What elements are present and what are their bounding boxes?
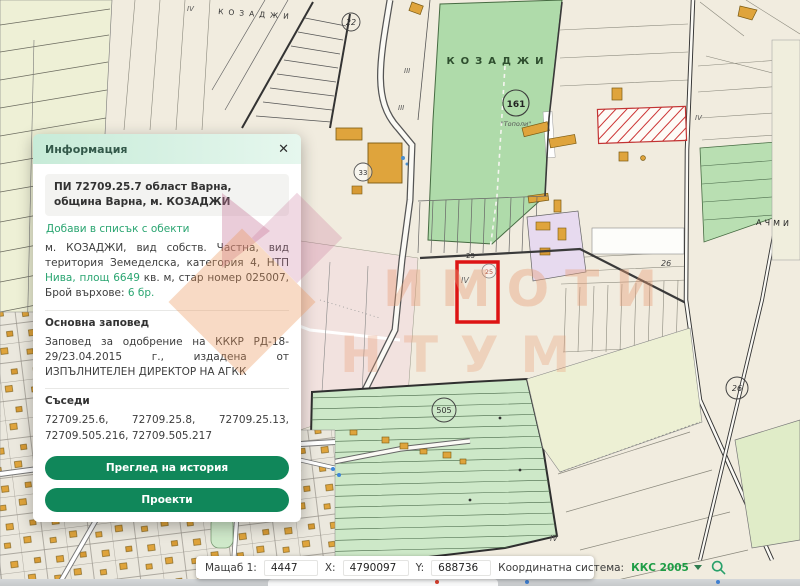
search-icon — [711, 560, 726, 575]
parcel-details: м. КОЗАДЖИ, вид собств. Частна, вид тери… — [45, 241, 289, 302]
info-panel-body: ПИ 72709.25.7 област Варна, община Варна… — [33, 164, 301, 522]
scale-label: Мащаб 1: — [205, 562, 257, 574]
crs-dropdown[interactable]: ККС 2005 — [631, 562, 702, 574]
neighbors-section-text: 72709.25.6, 72709.25.8, 72709.25.13, 727… — [45, 413, 289, 443]
label-iii-1: III — [404, 67, 410, 75]
info-panel: Информация ✕ ПИ 72709.25.7 област Варна,… — [33, 134, 301, 522]
label-achmi: АЧМИ — [756, 218, 792, 228]
label-iv-topleft: IV — [187, 5, 195, 13]
app-screen: КОЗАДЖИ 161 "Тополи" 33 — [0, 0, 800, 586]
map-status-bar: Мащаб 1: 4447 X: 4790097 Y: 688736 Коорд… — [196, 556, 594, 579]
y-coordinate-input[interactable]: 688736 — [431, 560, 491, 576]
label-26: 26 — [661, 259, 671, 268]
search-button[interactable] — [711, 560, 726, 575]
details-text-1: м. КОЗАДЖИ, вид собств. Частна, вид тери… — [45, 242, 289, 269]
taskbar-dot-blue — [525, 580, 529, 584]
crs-label: Координатна система: — [498, 562, 624, 574]
white-parcel — [592, 228, 684, 254]
label-iv-bottom: IV — [550, 534, 558, 543]
close-icon[interactable]: ✕ — [278, 143, 289, 156]
label-iii-2: III — [398, 104, 404, 112]
y-label: Y: — [416, 562, 425, 574]
scale-input[interactable]: 4447 — [264, 560, 318, 576]
add-to-list-link[interactable]: Добави в списък с обекти — [46, 223, 288, 235]
bottom-green-area[interactable] — [308, 379, 557, 560]
taskbar-dot-blue-2 — [716, 580, 720, 584]
marker-33-label: 33 — [359, 169, 368, 177]
info-panel-header: Информация ✕ — [33, 134, 301, 164]
label-iv-right: IV — [695, 114, 703, 122]
parcel-25-label: 25 — [466, 252, 475, 260]
details-highlight-1: Нива, площ 6649 — [45, 272, 140, 284]
neighbors-section-header: Съседи — [45, 388, 289, 407]
x-label: X: — [325, 562, 336, 574]
crs-value: ККС 2005 — [631, 562, 689, 574]
taskbar-window-hint — [268, 579, 498, 586]
marker-26-label: 26 — [732, 384, 742, 393]
vertex-marker-label: 25 — [485, 268, 493, 276]
marker-161-label: 161 — [507, 100, 526, 110]
order-section-header: Основна заповед — [45, 310, 289, 329]
projects-button[interactable]: Проекти — [45, 488, 289, 512]
order-section-text: Заповед за одобрение на КККР РД-18-29/23… — [45, 335, 289, 381]
details-highlight-2: 6 бр. — [128, 287, 155, 299]
parcel-iv-label: IV — [461, 276, 469, 285]
history-button[interactable]: Преглед на история — [45, 456, 289, 480]
marker-22-label: 22 — [346, 18, 356, 27]
restricted-parcel-hatched — [597, 106, 686, 143]
parcel-title: ПИ 72709.25.7 област Варна, община Варна… — [45, 174, 289, 216]
taskbar-dot-red — [435, 580, 439, 584]
lilac-parcel — [527, 211, 586, 281]
chevron-down-icon — [694, 565, 702, 570]
marker-505-label: 505 — [436, 406, 451, 415]
taskbar-strip — [0, 579, 800, 586]
info-panel-title: Информация — [45, 143, 128, 156]
kozadzhi-field-label: КОЗАДЖИ — [446, 56, 549, 67]
x-coordinate-input[interactable]: 4790097 — [343, 560, 409, 576]
